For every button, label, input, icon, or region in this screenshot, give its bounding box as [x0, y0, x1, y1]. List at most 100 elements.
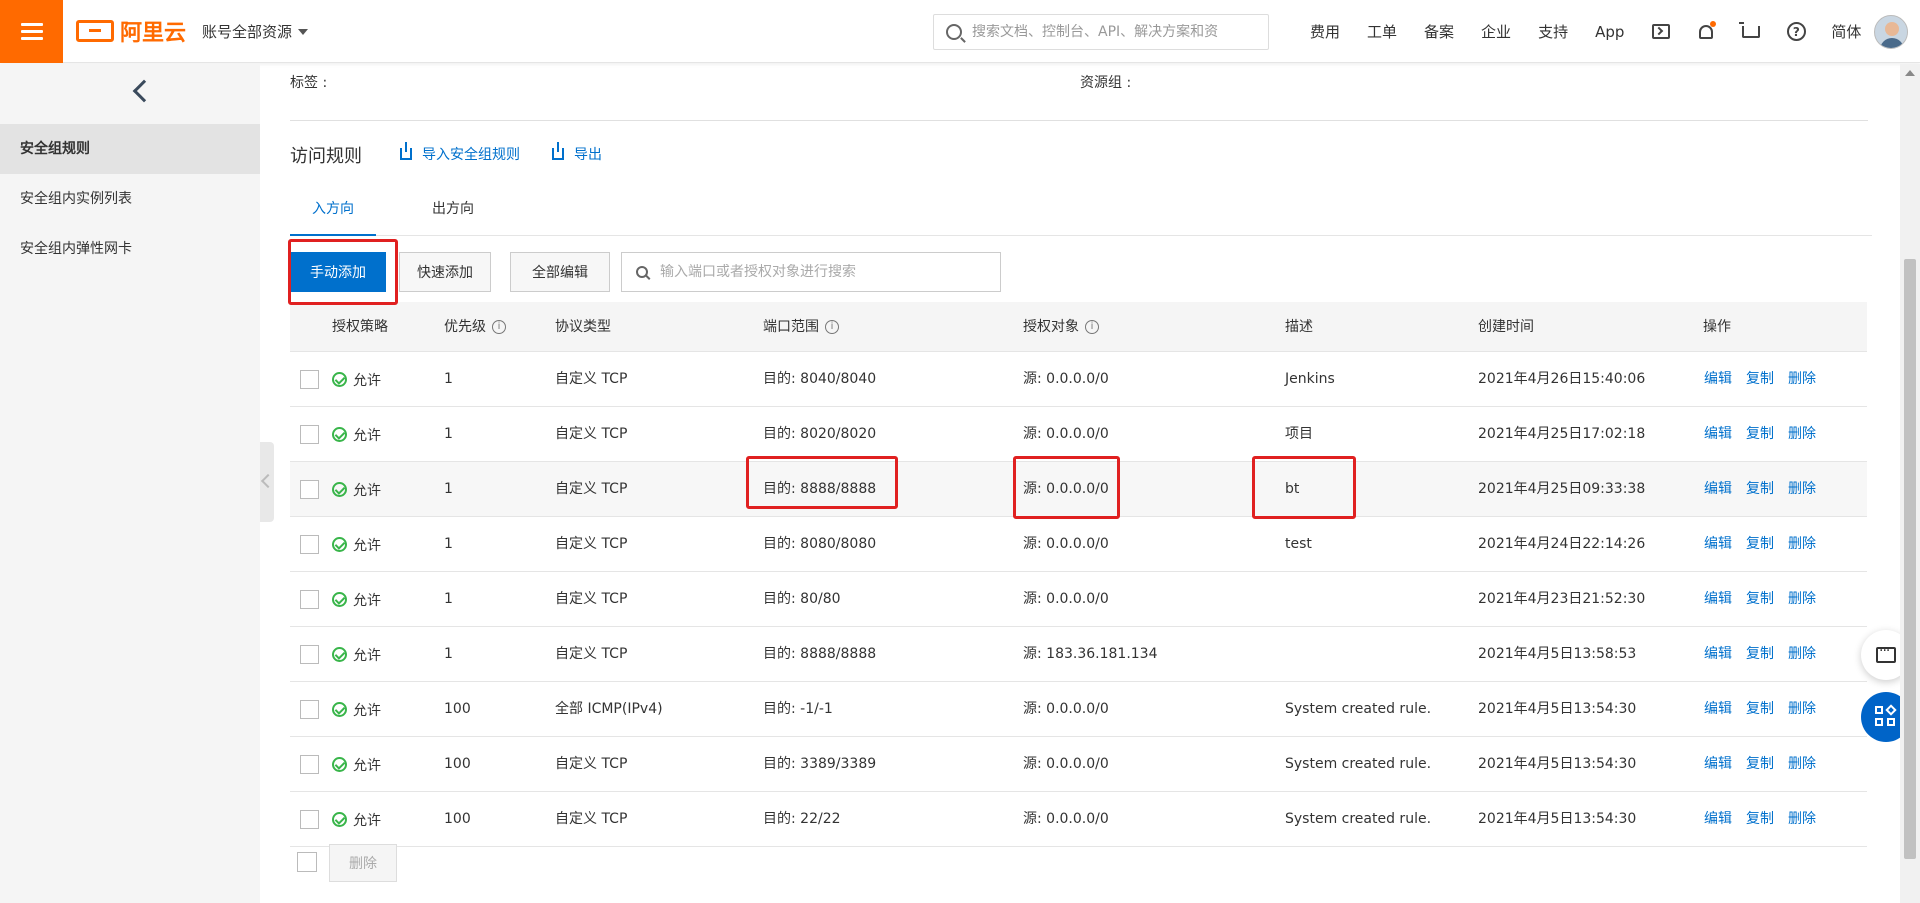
delete-link[interactable]: 删除: [1788, 627, 1816, 682]
sidebar-item-security-group-rules[interactable]: 安全组规则: [0, 124, 260, 174]
edit-link[interactable]: 编辑: [1704, 407, 1732, 462]
delete-link[interactable]: 删除: [1788, 792, 1816, 847]
sidebar-item-instance-list[interactable]: 安全组内实例列表: [0, 174, 260, 224]
delete-link[interactable]: 删除: [1788, 682, 1816, 737]
logo-text: 阿里云: [120, 21, 187, 46]
sidebar-item-eni[interactable]: 安全组内弹性网卡: [0, 224, 260, 274]
copy-link[interactable]: 复制: [1746, 627, 1774, 682]
nav-enterprise[interactable]: 企业: [1481, 21, 1511, 42]
manual-add-button[interactable]: 手动添加: [290, 252, 386, 292]
cart-icon[interactable]: [1739, 21, 1761, 42]
row-checkbox[interactable]: [300, 480, 319, 499]
nav-ticket[interactable]: 工单: [1367, 21, 1397, 42]
table-row: 允许 1 自定义 TCP 目的: 8040/8040 源: 0.0.0.0/0 Jenki…: [290, 352, 1867, 407]
global-search[interactable]: [933, 14, 1269, 50]
copy-link[interactable]: 复制: [1746, 792, 1774, 847]
nav-icp[interactable]: 备案: [1424, 21, 1454, 42]
nav-fees[interactable]: 费用: [1310, 21, 1340, 42]
edit-link[interactable]: 编辑: [1704, 737, 1732, 792]
row-checkbox[interactable]: [300, 535, 319, 554]
cell-source: 源: 0.0.0.0/0: [1023, 426, 1109, 442]
edit-link[interactable]: 编辑: [1704, 792, 1732, 847]
check-circle-icon: [332, 372, 347, 387]
scroll-up-arrow-icon[interactable]: [1905, 70, 1915, 76]
col-port-label: 端口范围: [763, 319, 819, 335]
cell-protocol: 全部 ICMP(IPv4): [555, 701, 663, 717]
edit-link[interactable]: 编辑: [1704, 627, 1732, 682]
edit-link[interactable]: 编辑: [1704, 517, 1732, 572]
cell-source: 源: 0.0.0.0/0: [1023, 701, 1109, 717]
search-icon: [946, 24, 962, 40]
bell-icon[interactable]: [1696, 20, 1717, 42]
language-switch[interactable]: 简体: [1831, 21, 1861, 42]
cell-created: 2021年4月26日15:40:06: [1478, 371, 1646, 387]
copy-link[interactable]: 复制: [1746, 462, 1774, 517]
tag-label: 标签 :: [290, 75, 328, 91]
delete-link[interactable]: 删除: [1788, 352, 1816, 407]
cell-source: 源: 0.0.0.0/0: [1023, 811, 1109, 827]
delete-link[interactable]: 删除: [1788, 462, 1816, 517]
scroll-thumb[interactable]: [1904, 259, 1916, 859]
user-avatar[interactable]: [1874, 15, 1908, 49]
info-icon[interactable]: i: [1085, 320, 1099, 334]
policy-label: 允许: [353, 482, 381, 499]
cell-protocol: 自定义 TCP: [555, 536, 628, 552]
select-all-checkbox[interactable]: [297, 852, 317, 872]
edit-link[interactable]: 编辑: [1704, 682, 1732, 737]
row-checkbox[interactable]: [300, 755, 319, 774]
search-icon: [636, 266, 648, 278]
cell-protocol: 自定义 TCP: [555, 426, 628, 442]
cell-created: 2021年4月5日13:54:30: [1478, 756, 1637, 772]
aliyun-logo[interactable]: 阿里云: [76, 16, 186, 46]
back-arrow-icon[interactable]: [130, 80, 152, 102]
account-resource-dropdown[interactable]: 账号全部资源: [202, 21, 309, 42]
bulk-delete-button[interactable]: 删除: [329, 844, 397, 882]
help-icon[interactable]: ?: [1786, 22, 1806, 42]
cell-port: 目的: 8020/8020: [763, 426, 877, 442]
terminal-icon[interactable]: [1651, 22, 1671, 42]
copy-link[interactable]: 复制: [1746, 572, 1774, 627]
tab-outbound[interactable]: 出方向: [410, 188, 496, 236]
delete-link[interactable]: 删除: [1788, 517, 1816, 572]
row-checkbox[interactable]: [300, 700, 319, 719]
cell-port: 目的: 8888/8888: [763, 481, 877, 497]
nav-app[interactable]: App: [1595, 23, 1624, 41]
delete-link[interactable]: 删除: [1788, 572, 1816, 627]
export-link[interactable]: 导出: [552, 142, 602, 164]
row-checkbox[interactable]: [300, 425, 319, 444]
col-created-label: 创建时间: [1478, 319, 1534, 335]
copy-link[interactable]: 复制: [1746, 407, 1774, 462]
edit-link[interactable]: 编辑: [1704, 572, 1732, 627]
info-icon[interactable]: i: [492, 320, 506, 334]
copy-link[interactable]: 复制: [1746, 352, 1774, 407]
cell-policy: 允许: [332, 792, 381, 847]
nav-support[interactable]: 支持: [1538, 21, 1568, 42]
tab-inbound[interactable]: 入方向: [290, 188, 376, 236]
edit-all-button[interactable]: 全部编辑: [510, 252, 610, 292]
row-checkbox[interactable]: [300, 810, 319, 829]
delete-link[interactable]: 删除: [1788, 737, 1816, 792]
copy-link[interactable]: 复制: [1746, 517, 1774, 572]
page-scrollbar[interactable]: [1900, 64, 1920, 903]
check-circle-icon: [332, 482, 347, 497]
table-row: 允许 100 全部 ICMP(IPv4) 目的: -1/-1 源: 0.0.0.0/0 S…: [290, 682, 1867, 737]
rule-search[interactable]: [621, 252, 1001, 292]
copy-link[interactable]: 复制: [1746, 682, 1774, 737]
quick-add-button[interactable]: 快速添加: [399, 252, 491, 292]
col-source: 授权对象 i: [1023, 302, 1099, 352]
cell-created: 2021年4月24日22:14:26: [1478, 536, 1646, 552]
cell-source: 源: 0.0.0.0/0: [1023, 371, 1109, 387]
edit-link[interactable]: 编辑: [1704, 462, 1732, 517]
rule-search-input[interactable]: [660, 264, 990, 280]
delete-link[interactable]: 删除: [1788, 407, 1816, 462]
row-checkbox[interactable]: [300, 370, 319, 389]
row-checkbox[interactable]: [300, 590, 319, 609]
edit-link[interactable]: 编辑: [1704, 352, 1732, 407]
info-icon[interactable]: i: [825, 320, 839, 334]
cell-port: 目的: 3389/3389: [763, 756, 877, 772]
import-rules-link[interactable]: 导入安全组规则: [400, 142, 520, 164]
global-search-input[interactable]: [972, 24, 1262, 40]
row-checkbox[interactable]: [300, 645, 319, 664]
hamburger-menu-button[interactable]: [0, 0, 63, 63]
copy-link[interactable]: 复制: [1746, 737, 1774, 792]
